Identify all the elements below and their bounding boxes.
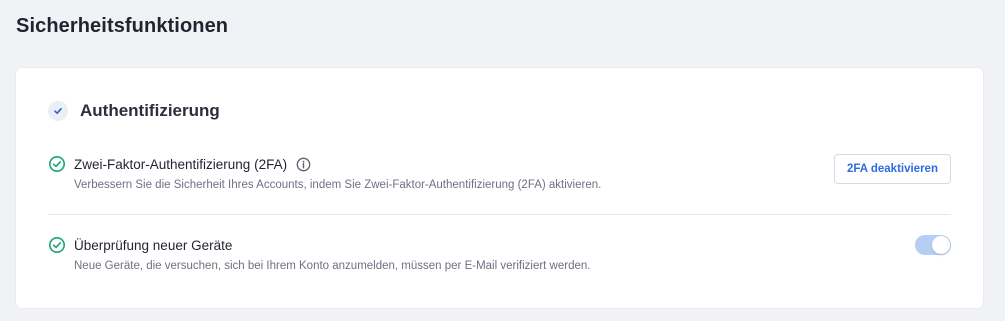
feature-title-device-verification: Überprüfung neuer Geräte [74, 237, 233, 253]
check-icon [48, 101, 68, 121]
toggle-knob [932, 236, 950, 254]
feature-title-2fa: Zwei-Faktor-Authentifizierung (2FA) [74, 156, 288, 172]
check-circle-icon [48, 236, 66, 254]
feature-description-device-verification: Neue Geräte, die versuchen, sich bei Ihr… [74, 260, 591, 272]
security-card: Authentifizierung Zwei-Faktor-Authentifi… [16, 68, 983, 308]
feature-row-device-verification: Überprüfung neuer Geräte Neue Geräte, di… [48, 235, 951, 275]
divider [48, 214, 951, 215]
check-circle-icon [48, 155, 66, 173]
feature-description-2fa: Verbessern Sie die Sicherheit Ihres Acco… [74, 179, 602, 191]
page-title: Sicherheitsfunktionen [16, 15, 229, 37]
feature-row-2fa: Zwei-Faktor-Authentifizierung (2FA) Verb… [48, 154, 951, 194]
section-header: Authentifizierung [48, 100, 220, 122]
section-title: Authentifizierung [80, 101, 220, 120]
disable-2fa-button[interactable]: 2FA deaktivieren [834, 154, 951, 184]
device-verification-toggle[interactable] [915, 235, 951, 255]
info-icon[interactable] [296, 157, 311, 172]
